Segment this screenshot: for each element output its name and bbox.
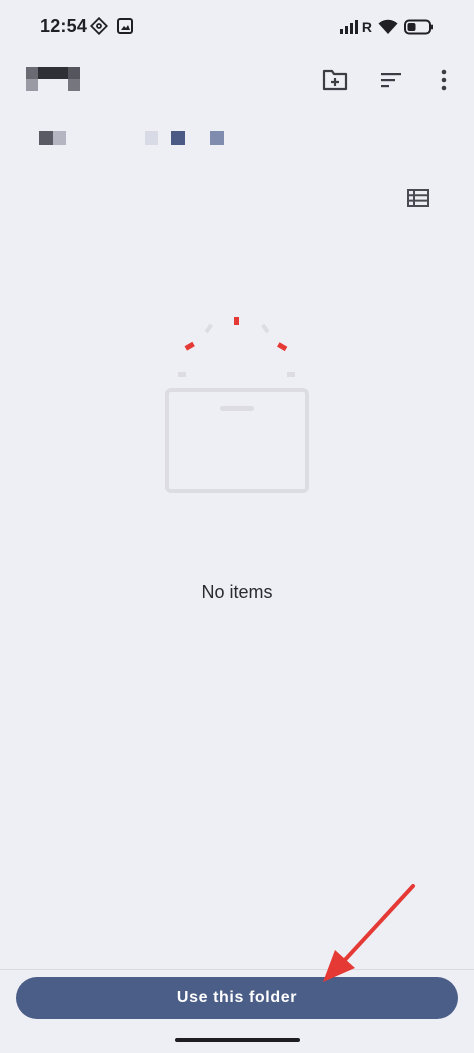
vpn-key-icon <box>90 17 108 35</box>
sort-button[interactable] <box>375 64 407 96</box>
wifi-icon <box>378 19 398 34</box>
breadcrumb-item[interactable] <box>171 131 185 145</box>
status-icons-right: R <box>339 15 434 39</box>
network-label: R <box>361 19 372 35</box>
breadcrumb-item[interactable] <box>145 131 158 145</box>
app-logo <box>26 67 80 91</box>
breadcrumb-root-part[interactable] <box>53 131 66 145</box>
empty-message: No items <box>201 582 273 602</box>
breadcrumb-root[interactable] <box>39 131 53 145</box>
new-folder-icon <box>322 69 348 91</box>
empty-folder-illustration <box>165 317 309 493</box>
status-time: 12:54 <box>40 16 88 36</box>
gesture-handle[interactable] <box>175 1038 300 1042</box>
sort-icon <box>381 73 401 88</box>
bottom-divider <box>0 969 474 970</box>
list-view-icon[interactable] <box>405 186 431 210</box>
use-this-folder-button[interactable]: Use this folder <box>16 977 458 1019</box>
breadcrumb-item-current[interactable] <box>210 131 224 145</box>
battery-icon <box>404 19 433 35</box>
new-folder-button[interactable] <box>319 64 351 96</box>
image-icon <box>117 18 133 34</box>
more-vert-icon <box>441 69 447 91</box>
signal-icon <box>339 20 358 34</box>
more-options-button[interactable] <box>428 64 460 96</box>
